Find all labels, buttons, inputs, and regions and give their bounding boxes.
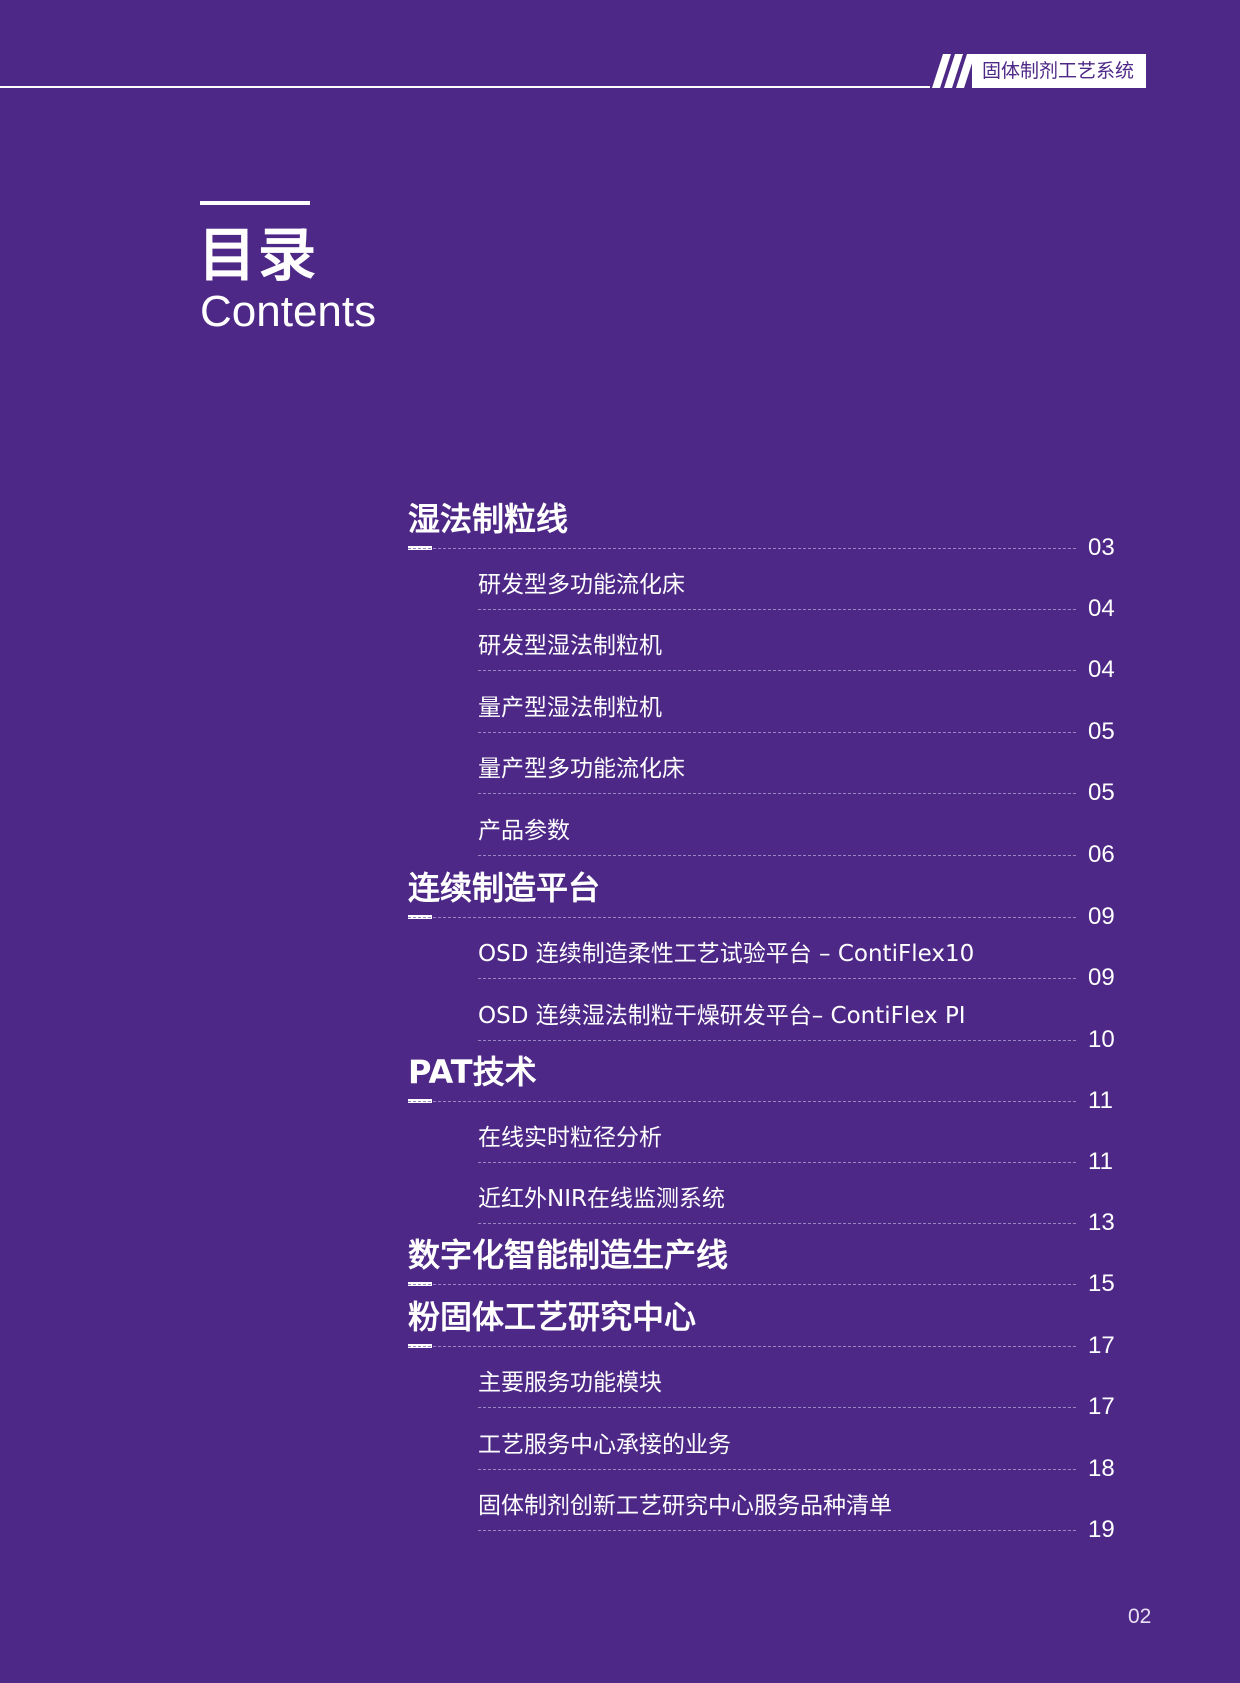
dotted-leader	[478, 732, 1076, 733]
toc-entry-page: 17	[1088, 1332, 1115, 1359]
toc-entry-page: 18	[1088, 1455, 1115, 1482]
toc-entry-production-wet-granulator[interactable]: 量产型湿法制粒机 05	[0, 695, 1240, 745]
toc-entry-label: OSD 连续湿法制粒干燥研发平台– ContiFlex PI	[478, 1003, 966, 1029]
toc-entry-page: 15	[1088, 1270, 1115, 1297]
dotted-leader	[478, 1162, 1076, 1163]
page-number: 02	[1128, 1605, 1152, 1628]
dotted-leader	[408, 1346, 1076, 1347]
toc-entry-label: 研发型多功能流化床	[478, 572, 685, 598]
toc-entry-label: PAT技术	[408, 1053, 537, 1091]
dotted-leader	[478, 793, 1076, 794]
toc-entry-contiflex10[interactable]: OSD 连续制造柔性工艺试验平台 – ContiFlex10 09	[0, 941, 1240, 991]
toc-entry-production-fluid-bed[interactable]: 量产型多功能流化床 05	[0, 756, 1240, 806]
toc-entry-particle-size[interactable]: 在线实时粒径分析 11	[0, 1125, 1240, 1175]
toc-entry-continuous-platform[interactable]: 连续制造平台 09	[0, 869, 1240, 930]
toc-entry-page: 09	[1088, 964, 1115, 991]
toc-entry-label: 粉固体工艺研究中心	[408, 1298, 697, 1336]
toc-entry-page: 04	[1088, 595, 1115, 622]
slash-stripes-icon	[932, 54, 972, 88]
toc-entry-label: 产品参数	[478, 818, 570, 844]
toc-entry-page: 17	[1088, 1393, 1115, 1420]
toc-entry-label: 湿法制粒线	[408, 500, 569, 538]
toc-entry-rd-wet-granulator[interactable]: 研发型湿法制粒机 04	[0, 633, 1240, 683]
toc-entry-research-center[interactable]: 粉固体工艺研究中心 17	[0, 1298, 1240, 1359]
toc-entry-page: 03	[1088, 534, 1115, 561]
dotted-leader	[408, 1101, 1076, 1102]
dotted-leader	[478, 1469, 1076, 1470]
toc-entry-label: 固体制剂创新工艺研究中心服务品种清单	[478, 1493, 892, 1519]
toc-entry-label: 研发型湿法制粒机	[478, 633, 662, 659]
toc-entry-wet-granulation-line[interactable]: 湿法制粒线 03	[0, 500, 1240, 561]
toc-entry-label: 量产型多功能流化床	[478, 756, 685, 782]
toc-entry-label: 在线实时粒径分析	[478, 1125, 662, 1151]
dotted-leader	[478, 609, 1076, 610]
header-tag-label: 固体制剂工艺系统	[972, 54, 1147, 88]
header-tag: 固体制剂工艺系统	[920, 54, 1147, 88]
dotted-leader	[478, 670, 1076, 671]
toc-entry-page: 11	[1088, 1087, 1113, 1114]
dotted-leader	[478, 978, 1076, 979]
toc-entry-pat[interactable]: PAT技术 11	[0, 1053, 1240, 1114]
title-accent-bar	[200, 201, 310, 205]
toc-entry-label: 主要服务功能模块	[478, 1370, 662, 1396]
toc-entry-rd-fluid-bed[interactable]: 研发型多功能流化床 04	[0, 572, 1240, 622]
toc-entry-service-business[interactable]: 工艺服务中心承接的业务 18	[0, 1432, 1240, 1482]
toc-entry-digital-line[interactable]: 数字化智能制造生产线 15	[0, 1236, 1240, 1297]
toc-entry-product-params[interactable]: 产品参数 06	[0, 818, 1240, 868]
toc-entry-label: 近红外NIR在线监测系统	[478, 1186, 725, 1212]
toc-entry-label: 数字化智能制造生产线	[408, 1236, 729, 1274]
toc-entry-service-modules[interactable]: 主要服务功能模块 17	[0, 1370, 1240, 1420]
page-title-cn: 目录	[198, 221, 319, 289]
toc-entry-page: 05	[1088, 718, 1115, 745]
dotted-leader	[478, 1407, 1076, 1408]
toc-entry-label: OSD 连续制造柔性工艺试验平台 – ContiFlex10	[478, 941, 975, 967]
dotted-leader	[478, 1040, 1076, 1041]
dotted-leader	[408, 917, 1076, 918]
toc-entry-page: 13	[1088, 1209, 1115, 1236]
page-title-en: Contents	[200, 287, 377, 336]
toc-entry-nir[interactable]: 近红外NIR在线监测系统 13	[0, 1186, 1240, 1236]
dotted-leader	[478, 855, 1076, 856]
toc-entry-label: 工艺服务中心承接的业务	[478, 1432, 731, 1458]
toc-entry-label: 量产型湿法制粒机	[478, 695, 662, 721]
toc-entry-page: 06	[1088, 841, 1115, 868]
toc-entry-page: 11	[1088, 1148, 1113, 1175]
toc-entry-page: 04	[1088, 656, 1115, 683]
toc-entry-page: 19	[1088, 1516, 1115, 1543]
toc-entry-contiflex-pi[interactable]: OSD 连续湿法制粒干燥研发平台– ContiFlex PI 10	[0, 1003, 1240, 1053]
dotted-leader	[408, 548, 1076, 549]
toc-entry-page: 10	[1088, 1026, 1115, 1053]
toc-entry-page: 09	[1088, 903, 1115, 930]
dotted-leader	[478, 1530, 1076, 1531]
toc-entry-label: 连续制造平台	[408, 869, 601, 907]
toc-entry-service-list[interactable]: 固体制剂创新工艺研究中心服务品种清单 19	[0, 1493, 1240, 1543]
dotted-leader	[408, 1284, 1076, 1285]
header-rule	[0, 86, 930, 88]
dotted-leader	[478, 1223, 1076, 1224]
toc-entry-page: 05	[1088, 779, 1115, 806]
